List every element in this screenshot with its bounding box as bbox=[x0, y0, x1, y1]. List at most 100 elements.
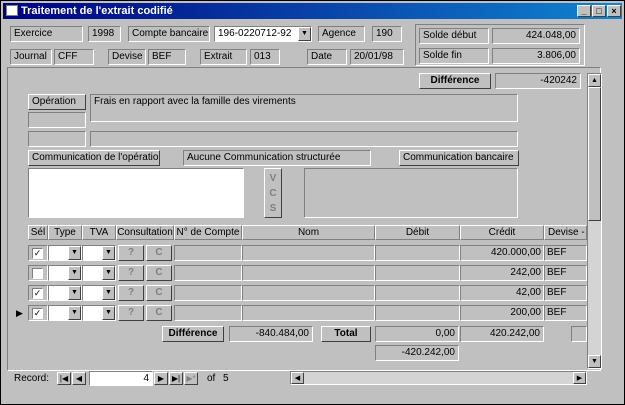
col-consultation[interactable]: Consultation bbox=[116, 225, 174, 240]
account-number-field[interactable] bbox=[174, 285, 242, 301]
consult-help-button[interactable]: ? bbox=[118, 285, 144, 301]
total-debit[interactable]: 0,00 bbox=[375, 326, 459, 342]
solde-fin-value[interactable]: 3.806,00 bbox=[492, 48, 580, 64]
col-debit[interactable]: Débit bbox=[375, 225, 460, 240]
tva-select[interactable]: ▼ bbox=[82, 245, 116, 261]
compte-select[interactable]: 196-0220712-92 ▼ bbox=[214, 26, 312, 42]
chevron-down-icon[interactable]: ▼ bbox=[102, 266, 115, 280]
total-label: Total bbox=[321, 326, 371, 342]
nom-field[interactable] bbox=[242, 285, 375, 301]
balance-value[interactable]: -420.242,00 bbox=[375, 345, 459, 361]
difference-header-value[interactable]: -420242 bbox=[495, 73, 581, 89]
debit-field[interactable] bbox=[375, 265, 460, 281]
next-record-icon[interactable]: ▶ bbox=[154, 372, 168, 385]
chevron-down-icon[interactable]: ▼ bbox=[298, 27, 311, 41]
chevron-down-icon[interactable]: ▼ bbox=[68, 246, 81, 260]
credit-field[interactable]: 242,00 bbox=[460, 265, 544, 281]
vcs-button[interactable]: V C S bbox=[264, 168, 282, 218]
credit-field[interactable]: 200,00 bbox=[460, 305, 544, 321]
horizontal-scrollbar[interactable] bbox=[290, 371, 587, 385]
extrait-value[interactable]: 013 bbox=[250, 49, 280, 65]
chevron-down-icon[interactable]: ▼ bbox=[68, 286, 81, 300]
credit-field[interactable]: 420.000,00 bbox=[460, 245, 544, 261]
tva-select[interactable]: ▼ bbox=[82, 265, 116, 281]
consult-c-button[interactable]: C bbox=[146, 285, 172, 301]
chevron-down-icon[interactable]: ▼ bbox=[102, 246, 115, 260]
consult-help-button[interactable]: ? bbox=[118, 245, 144, 261]
agence-value[interactable]: 190 bbox=[372, 26, 402, 42]
scroll-up-icon[interactable]: ▲ bbox=[588, 74, 601, 87]
tva-select[interactable]: ▼ bbox=[82, 285, 116, 301]
chevron-down-icon[interactable]: ▼ bbox=[68, 306, 81, 320]
total-credit[interactable]: 420.242,00 bbox=[460, 326, 544, 342]
col-tva[interactable]: TVA bbox=[82, 225, 116, 240]
debit-field[interactable] bbox=[375, 245, 460, 261]
window-title: Traitement de l'extrait codifié bbox=[21, 5, 173, 17]
consult-c-button[interactable]: C bbox=[146, 305, 172, 321]
debit-field[interactable] bbox=[375, 305, 460, 321]
first-record-icon[interactable]: |◀ bbox=[57, 372, 71, 385]
devise-field[interactable]: BEF bbox=[544, 245, 587, 261]
consult-c-button[interactable]: C bbox=[146, 245, 172, 261]
exercice-label: Exercice bbox=[10, 26, 83, 42]
scroll-down-icon[interactable]: ▼ bbox=[588, 355, 601, 368]
operation-text[interactable]: Frais en rapport avec la famille des vir… bbox=[90, 94, 518, 122]
account-number-field[interactable] bbox=[174, 305, 242, 321]
prev-record-icon[interactable]: ◀ bbox=[72, 372, 86, 385]
scroll-thumb[interactable] bbox=[588, 87, 601, 221]
nom-field[interactable] bbox=[242, 265, 375, 281]
date-label: Date bbox=[307, 49, 347, 65]
exercice-value[interactable]: 1998 bbox=[88, 26, 121, 42]
scroll-left-icon[interactable]: ◀ bbox=[291, 372, 304, 384]
chevron-down-icon[interactable]: ▼ bbox=[102, 306, 115, 320]
nom-field[interactable] bbox=[242, 305, 375, 321]
difference-footer-value[interactable]: -840.484,00 bbox=[229, 326, 313, 342]
devise-field[interactable]: BEF bbox=[544, 265, 587, 281]
col-nom[interactable]: Nom bbox=[242, 225, 375, 240]
chevron-down-icon[interactable]: ▼ bbox=[102, 286, 115, 300]
date-value[interactable]: 20/01/98 bbox=[350, 49, 404, 65]
operation-code-field[interactable] bbox=[28, 112, 86, 128]
row-checkbox[interactable]: ✓ bbox=[32, 288, 43, 299]
operation-detail-field[interactable] bbox=[90, 131, 518, 147]
devise-field[interactable]: BEF bbox=[544, 285, 587, 301]
new-record-icon[interactable]: ▶* bbox=[184, 372, 198, 385]
debit-field[interactable] bbox=[375, 285, 460, 301]
col-devise[interactable]: Devise - M bbox=[544, 225, 587, 240]
comm-operation-textarea[interactable] bbox=[28, 168, 244, 218]
chevron-down-icon[interactable]: ▼ bbox=[68, 266, 81, 280]
type-select[interactable]: ▼ bbox=[48, 305, 82, 321]
minimize-button[interactable]: _ bbox=[577, 5, 591, 17]
col-compte[interactable]: N° de Compte bbox=[174, 225, 242, 240]
col-sel[interactable]: Sél bbox=[28, 225, 48, 240]
col-type[interactable]: Type bbox=[48, 225, 82, 240]
type-select[interactable]: ▼ bbox=[48, 285, 82, 301]
devise-field[interactable]: BEF bbox=[544, 305, 587, 321]
row-checkbox[interactable]: ✓ bbox=[32, 248, 43, 259]
consult-help-button[interactable]: ? bbox=[118, 305, 144, 321]
journal-value[interactable]: CFF bbox=[54, 49, 94, 65]
scroll-right-icon[interactable]: ▶ bbox=[573, 372, 586, 384]
nom-field[interactable] bbox=[242, 245, 375, 261]
maximize-button[interactable]: □ bbox=[592, 5, 606, 17]
close-button[interactable]: × bbox=[607, 5, 621, 17]
col-credit[interactable]: Crédit bbox=[460, 225, 544, 240]
row-checkbox[interactable] bbox=[32, 268, 43, 279]
of-label: of bbox=[207, 373, 216, 384]
row-checkbox[interactable]: ✓ bbox=[32, 308, 43, 319]
record-number-input[interactable]: 4 bbox=[89, 371, 153, 386]
account-number-field[interactable] bbox=[174, 265, 242, 281]
tva-select[interactable]: ▼ bbox=[82, 305, 116, 321]
devise-value[interactable]: BEF bbox=[148, 49, 186, 65]
solde-debut-value[interactable]: 424.048,00 bbox=[492, 28, 580, 44]
last-record-icon[interactable]: ▶| bbox=[169, 372, 183, 385]
account-number-field[interactable] bbox=[174, 245, 242, 261]
credit-field[interactable]: 42,00 bbox=[460, 285, 544, 301]
form-icon bbox=[6, 5, 18, 16]
consult-c-button[interactable]: C bbox=[146, 265, 172, 281]
type-select[interactable]: ▼ bbox=[48, 245, 82, 261]
type-select[interactable]: ▼ bbox=[48, 265, 82, 281]
vcs-letter-v: V bbox=[269, 173, 277, 184]
consult-help-button[interactable]: ? bbox=[118, 265, 144, 281]
operation-extra-field[interactable] bbox=[28, 131, 86, 147]
